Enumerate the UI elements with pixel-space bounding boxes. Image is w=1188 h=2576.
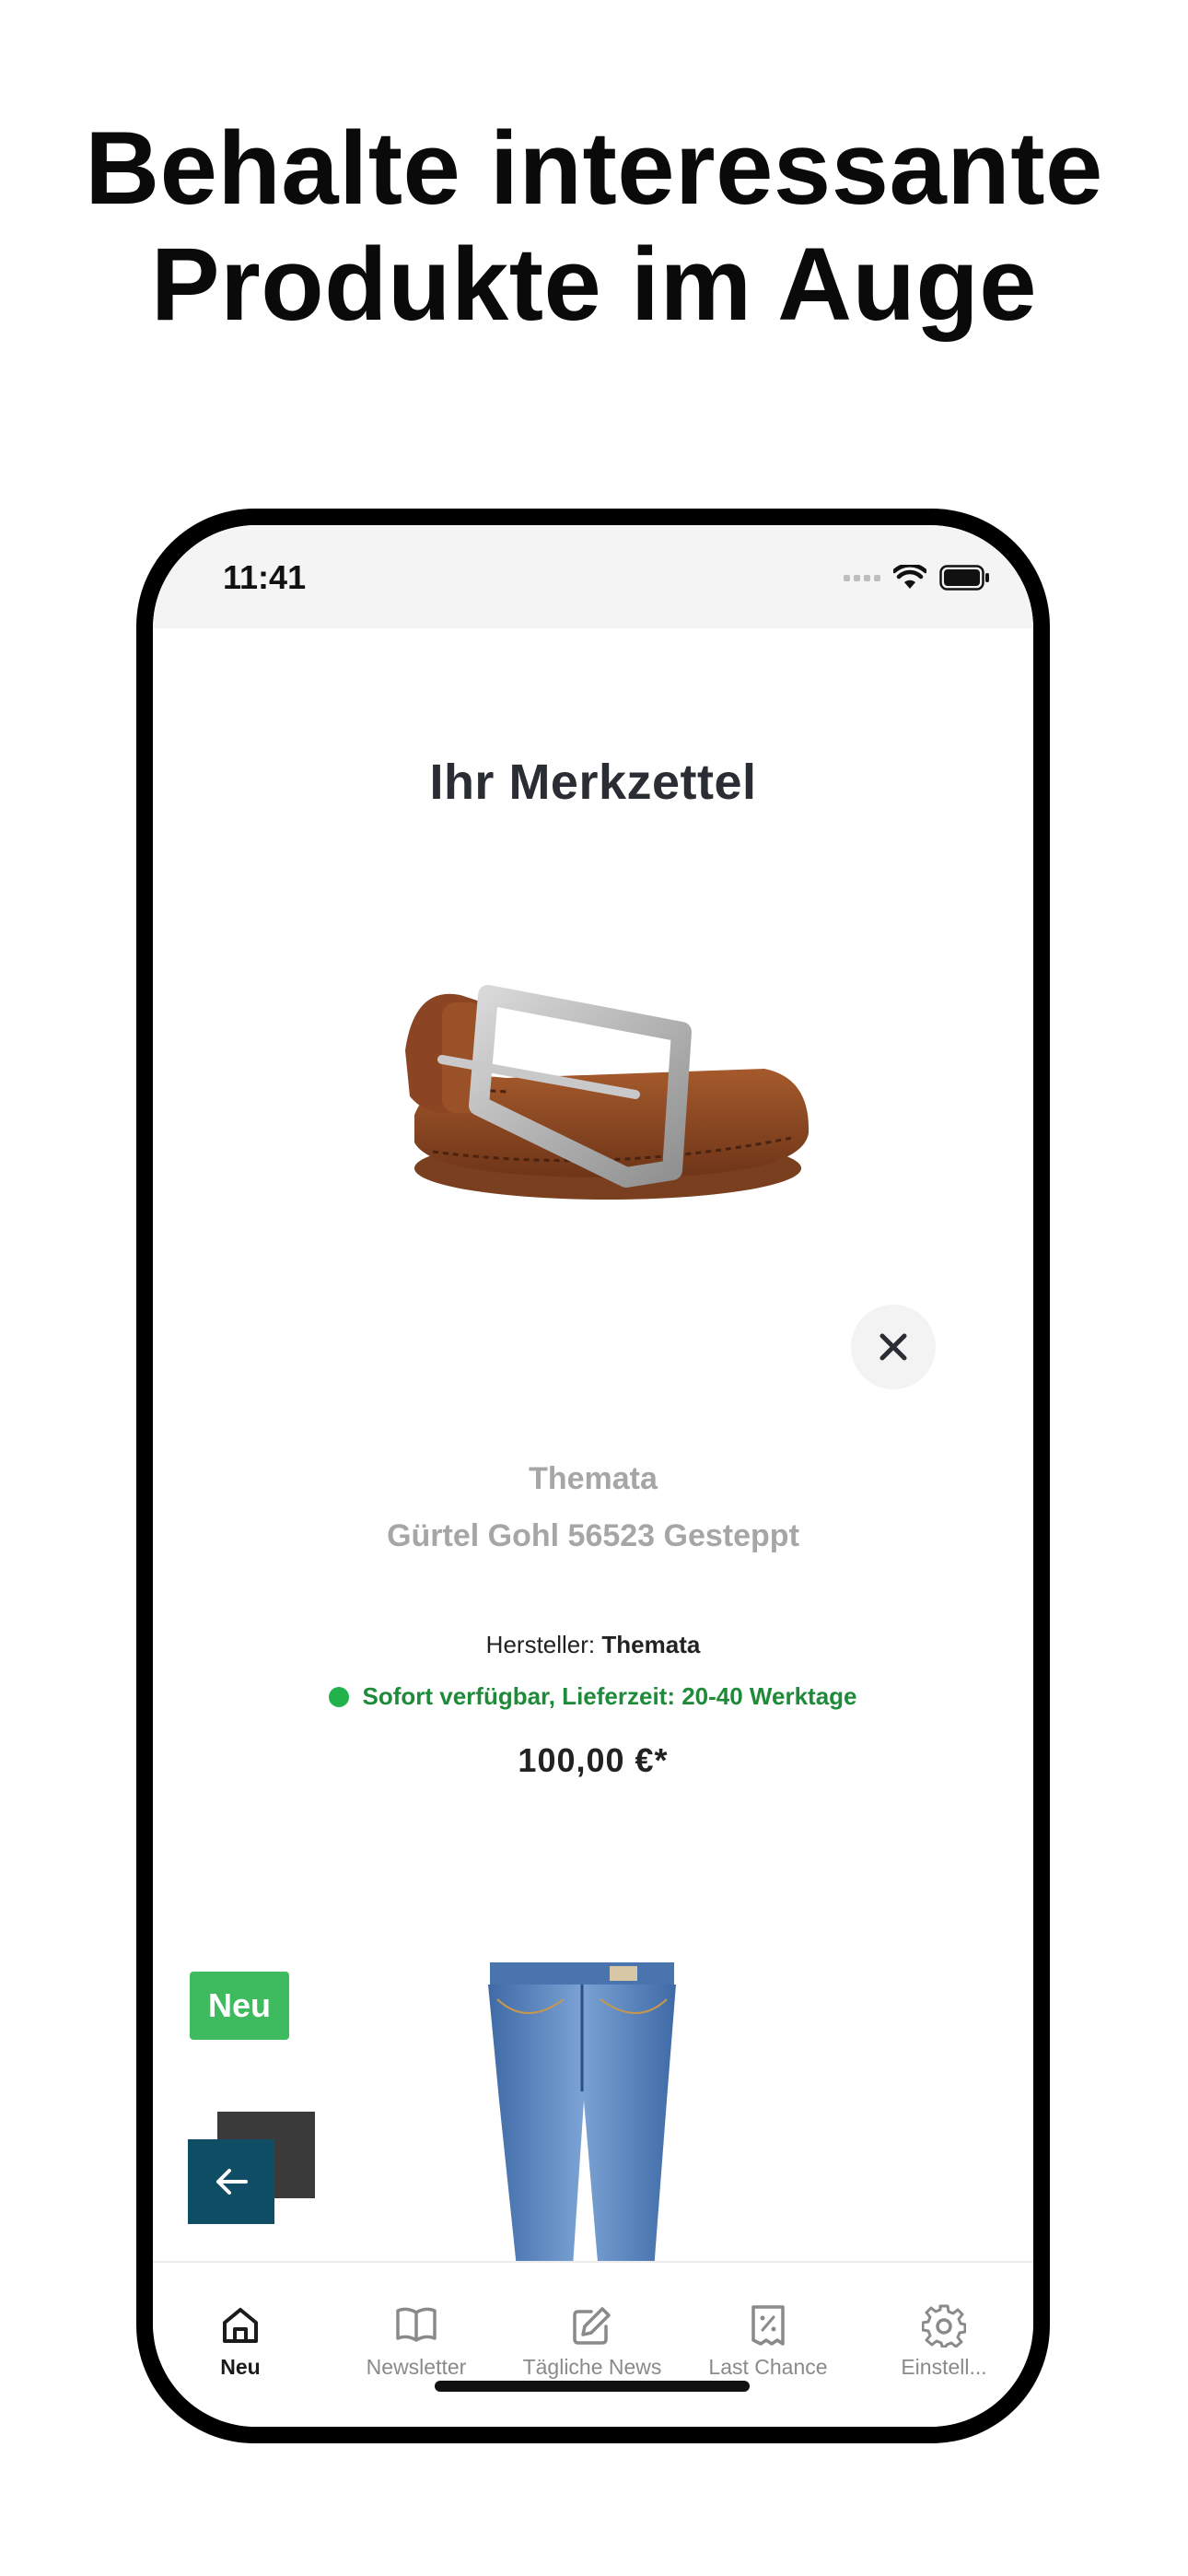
jeans-product-image[interactable]: [472, 1962, 720, 2294]
manufacturer-value: Themata: [601, 1631, 701, 1658]
home-indicator: [435, 2381, 750, 2392]
status-bar: 11:41: [153, 525, 1033, 628]
availability-status: Sofort verfügbar, Lieferzeit: 20-40 Werk…: [153, 1682, 1033, 1711]
back-button[interactable]: [188, 2139, 274, 2224]
page-title: Ihr Merkzettel: [429, 755, 757, 810]
new-badge: Neu: [190, 1972, 289, 2040]
app-screen: 11:41 Ihr Merkzettel Themata Gürtel Gohl…: [153, 525, 1033, 2427]
edit-icon: [571, 2303, 613, 2348]
manufacturer-label: Hersteller:: [485, 1631, 596, 1658]
tab-label: Tägliche News: [522, 2355, 662, 2379]
headline-line-2: Produkte im Auge: [150, 227, 1038, 342]
availability-dot-icon: [329, 1686, 350, 1707]
product-price: 100,00 €*: [518, 1741, 669, 1779]
belt-product-image[interactable]: [378, 931, 820, 1225]
tab-label: Neu: [220, 2355, 261, 2379]
promo-headline: Behalte interessante Produkte im Auge: [0, 111, 1188, 343]
tab-label: Newsletter: [366, 2355, 467, 2379]
phone-frame: 11:41 Ihr Merkzettel Themata Gürtel Gohl…: [136, 509, 1050, 2443]
tab-label: Einstell...: [901, 2355, 987, 2379]
arrow-left-icon: [216, 2169, 248, 2195]
status-time: 11:41: [223, 558, 307, 596]
headline-line-1: Behalte interessante: [85, 111, 1103, 226]
availability-text: Sofort verfügbar, Lieferzeit: 20-40 Werk…: [362, 1682, 857, 1710]
remove-from-wishlist-button[interactable]: [851, 1305, 936, 1389]
discount-receipt-icon: [750, 2303, 786, 2348]
wifi-icon: [893, 565, 926, 591]
tab-neu[interactable]: Neu: [153, 2263, 328, 2392]
tab-label: Last Chance: [708, 2355, 828, 2379]
tab-newsletter[interactable]: Newsletter: [329, 2263, 504, 2392]
product-manufacturer: Hersteller: Themata: [153, 1631, 1033, 1659]
tab-taegliche-news[interactable]: Tägliche News: [505, 2263, 680, 2392]
cellular-signal-icon: [844, 574, 880, 581]
status-icons: [844, 562, 991, 593]
tab-einstellungen[interactable]: Einstell...: [856, 2263, 1031, 2392]
home-icon: [219, 2303, 262, 2348]
battery-icon: [939, 565, 991, 591]
bottom-tab-bar: Neu Newsletter Tägliche News Last Chance…: [153, 2261, 1033, 2427]
product-brand[interactable]: Themata: [153, 1461, 1033, 1497]
gear-icon: [922, 2303, 966, 2348]
book-icon: [394, 2303, 438, 2348]
product-name[interactable]: Gürtel Gohl 56523 Gesteppt: [153, 1518, 1033, 1554]
close-icon: [879, 1333, 907, 1361]
tab-last-chance[interactable]: Last Chance: [681, 2263, 856, 2392]
